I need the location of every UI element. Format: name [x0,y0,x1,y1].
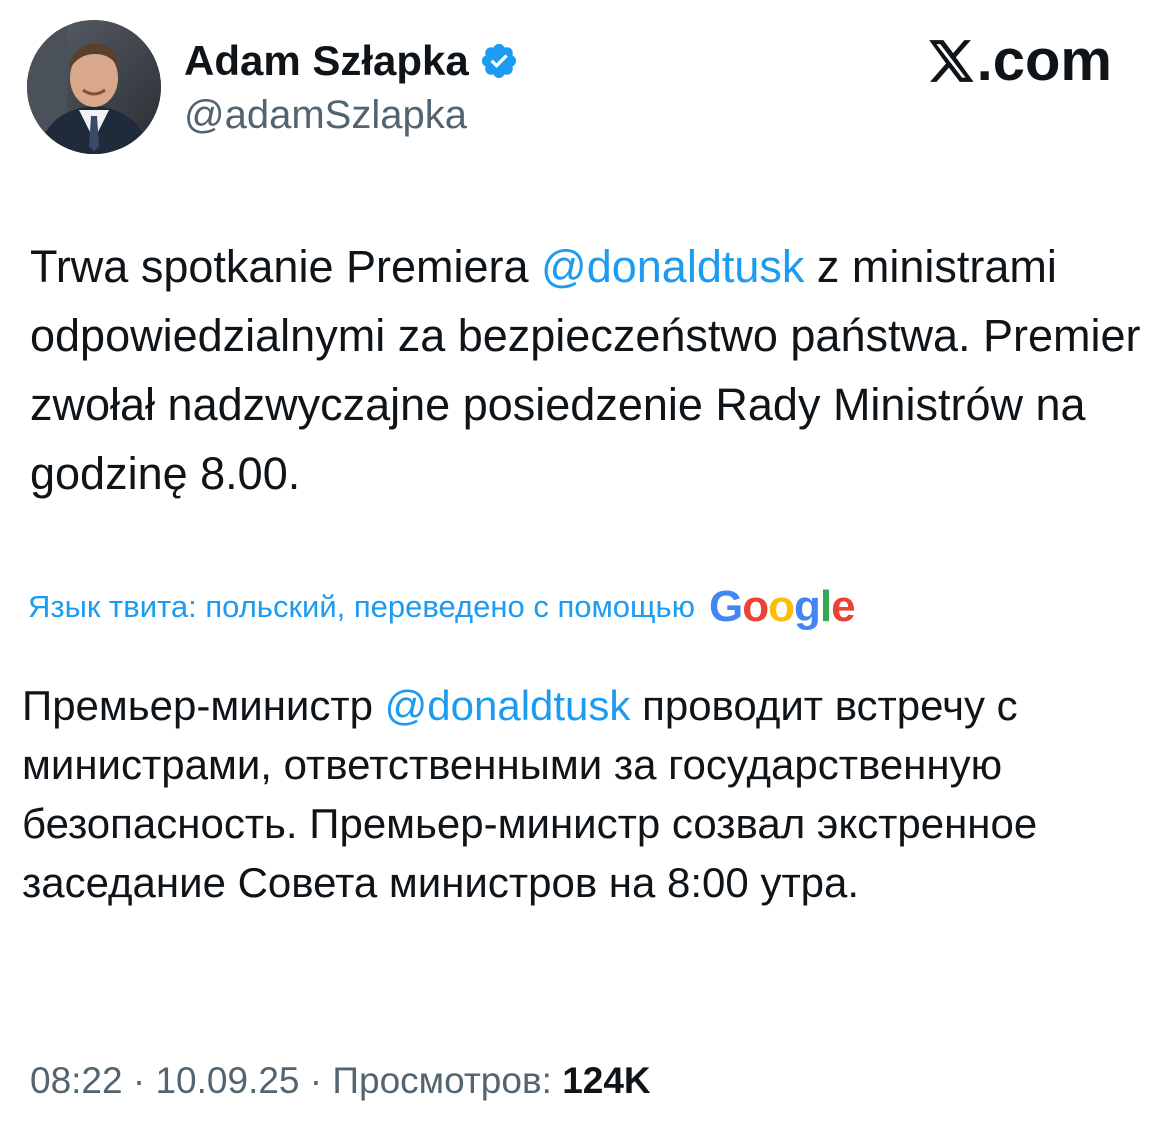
mention-link[interactable]: @donaldtusk [385,682,631,729]
google-letter: l [819,582,832,631]
verified-badge-icon[interactable] [479,41,519,81]
brand-watermark: .com [925,28,1112,94]
meta-separator: · [122,1060,156,1101]
tweet-text-part: Trwa spotkanie Premiera [30,241,542,292]
mention-link[interactable]: @donaldtusk [541,241,804,292]
views-label: Просмотров: [332,1060,552,1101]
author-display-name-row[interactable]: Adam Szłapka [184,36,519,86]
profile-photo [27,20,161,154]
translation-note-text[interactable]: Язык твита: польский, переведено с помощ… [28,582,695,632]
tweet-time[interactable]: 08:22 [30,1060,123,1101]
translation-note[interactable]: Язык твита: польский, переведено с помощ… [28,582,856,632]
google-letter: o [742,582,769,631]
tweet-text-translated: Премьер-министр @donaldtusk проводит вст… [22,676,1147,912]
google-letter: e [831,582,856,631]
x-logo-icon [928,40,974,82]
google-letter: g [793,582,821,631]
avatar[interactable] [27,20,161,154]
brand-domain: .com [976,28,1112,93]
views-count[interactable]: 124K [562,1060,650,1101]
meta-separator: · [299,1060,333,1101]
google-letter: G [708,582,743,631]
tweet-date[interactable]: 10.09.25 [155,1060,299,1101]
tweet-meta: 08:22 · 10.09.25 · Просмотров: 124K [30,1058,651,1104]
google-letter: o [768,582,795,631]
author-display-name[interactable]: Adam Szłapka [184,36,469,86]
google-logo: Google [708,582,856,632]
tweet-text-original: Trwa spotkanie Premiera @donaldtusk z mi… [30,232,1150,508]
tweet-text-part: Премьер-министр [22,682,385,729]
author-handle[interactable]: @adamSzlapka [184,92,467,138]
